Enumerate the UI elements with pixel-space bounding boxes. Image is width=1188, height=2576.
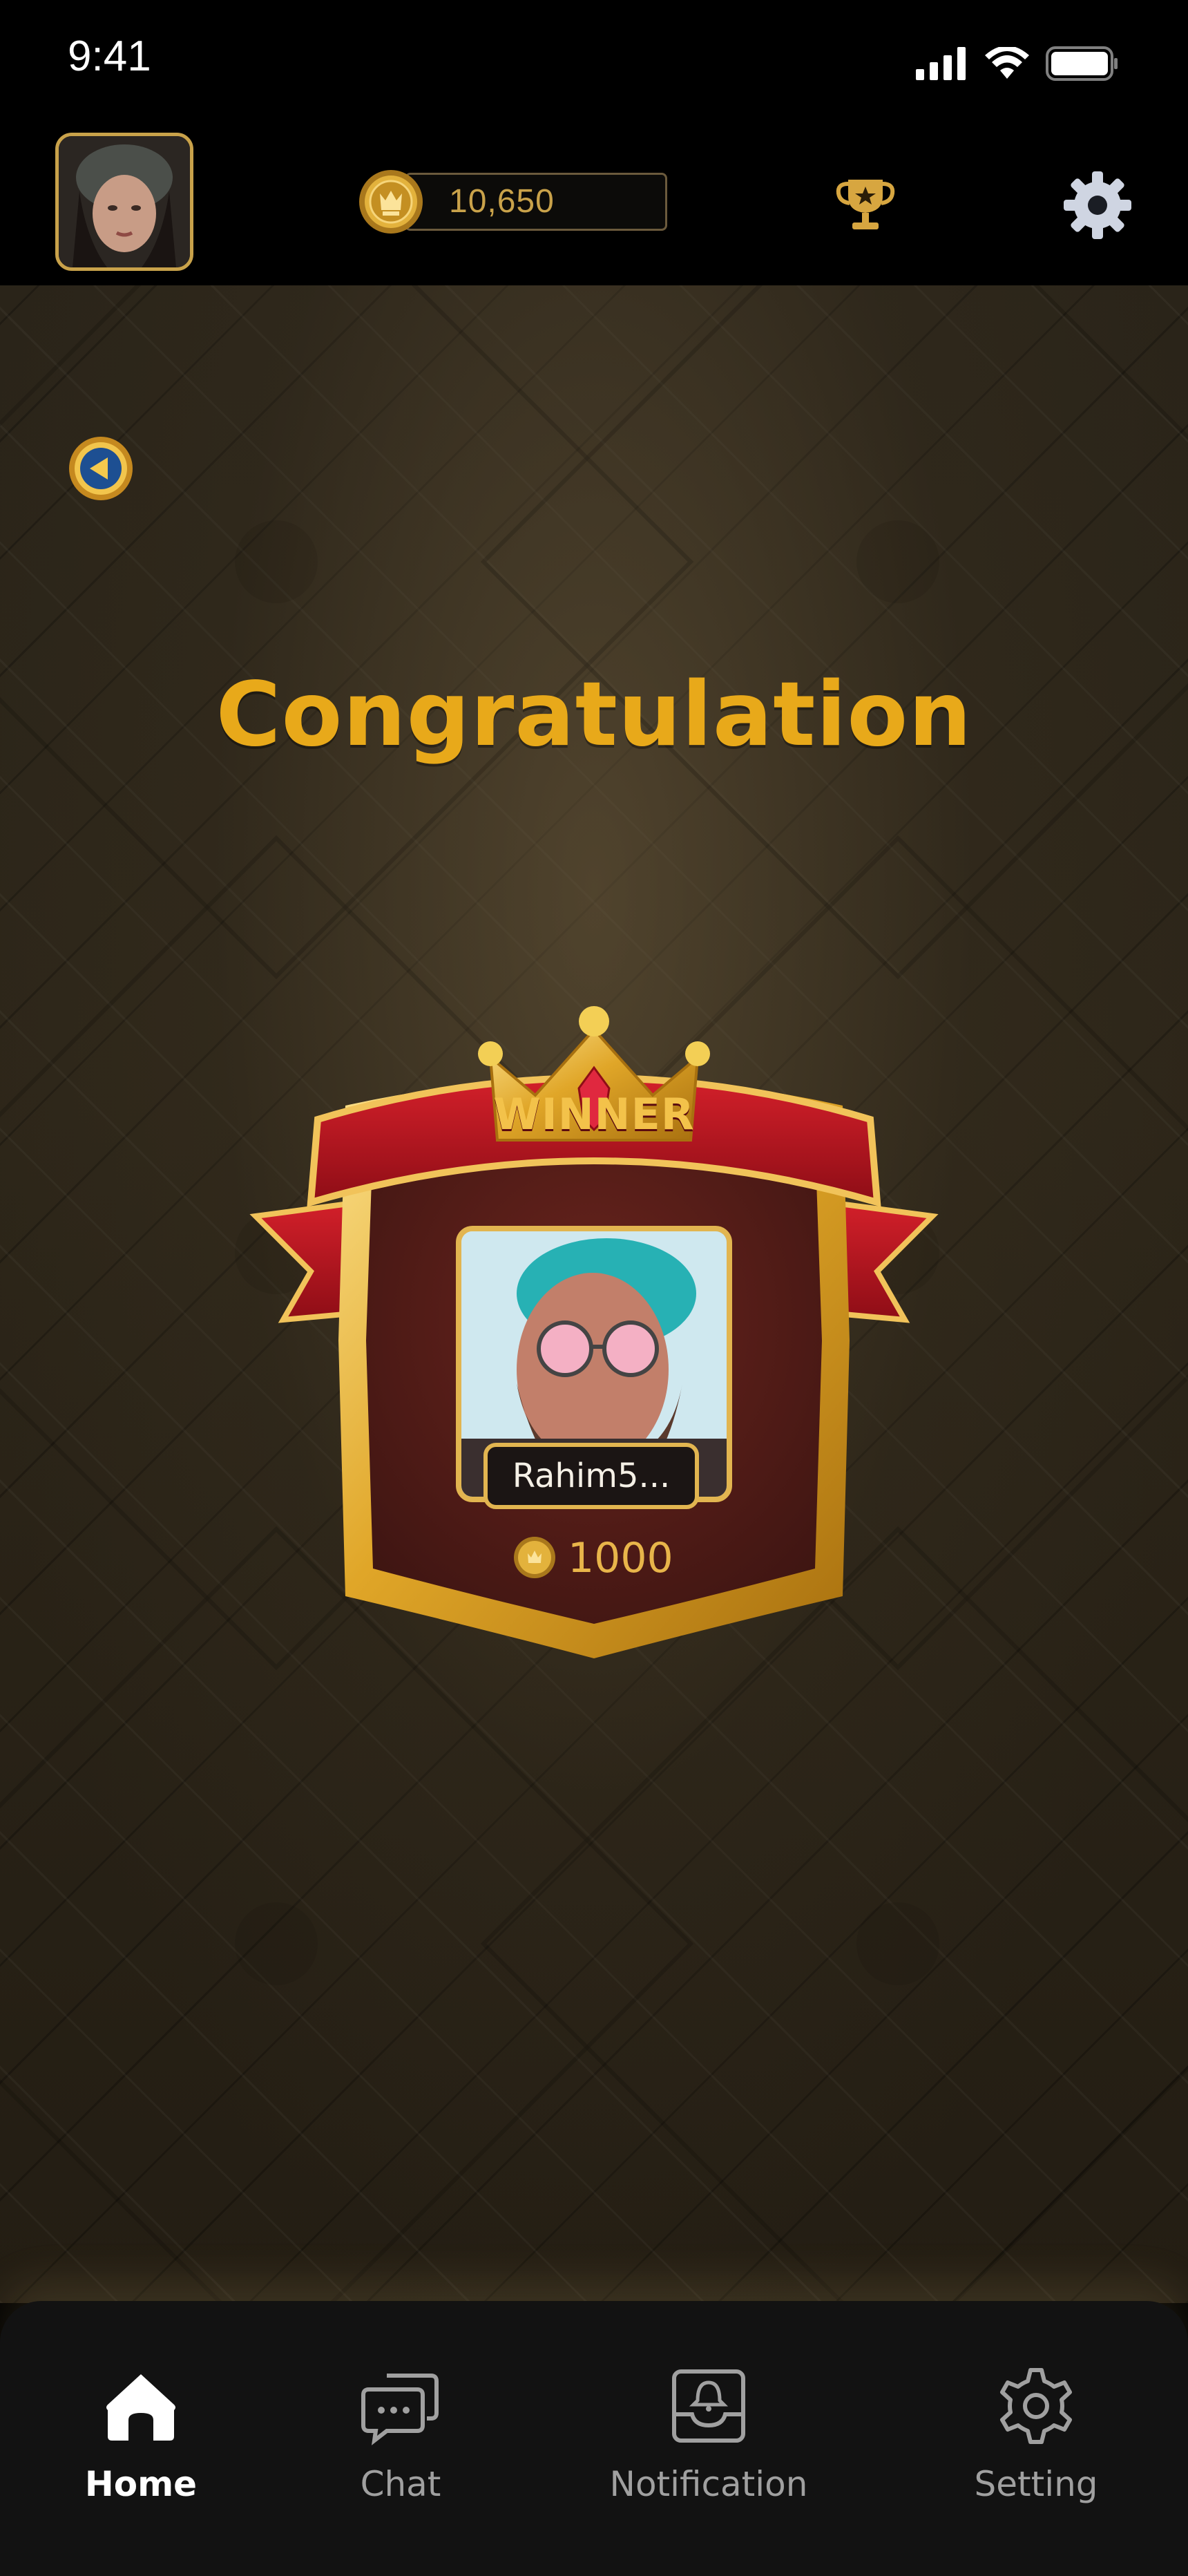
nav-label-home: Home bbox=[84, 2464, 198, 2504]
nav-item-home[interactable]: Home bbox=[3, 2301, 279, 2576]
back-button[interactable] bbox=[66, 434, 135, 503]
trophy-icon[interactable] bbox=[834, 173, 897, 235]
winner-name: Rahim5... bbox=[483, 1443, 699, 1509]
user-avatar[interactable] bbox=[55, 133, 193, 271]
nav-label-notification: Notification bbox=[609, 2464, 808, 2504]
app-header: 10,650 bbox=[0, 124, 1188, 285]
notification-icon bbox=[672, 2369, 745, 2443]
winner-screen: 9:41 10,650 Congratulation WINNER Rahim5… bbox=[0, 0, 1188, 2576]
nav-label-chat: Chat bbox=[360, 2464, 441, 2504]
bottom-navigation: Home Chat Notification Setting bbox=[0, 2301, 1188, 2576]
congratulation-title: Congratulation bbox=[215, 663, 973, 766]
avatar-portrait bbox=[59, 136, 190, 267]
battery-icon bbox=[1046, 46, 1118, 81]
winner-coins: 1000 bbox=[568, 1534, 673, 1582]
coin-icon bbox=[514, 1537, 555, 1578]
coin-icon bbox=[359, 170, 423, 234]
nav-item-notification[interactable]: Notification bbox=[571, 2301, 847, 2576]
nav-item-chat[interactable]: Chat bbox=[262, 2301, 539, 2576]
wifi-icon bbox=[985, 47, 1029, 79]
home-icon bbox=[106, 2374, 175, 2441]
cellular-signal-icon bbox=[916, 47, 966, 80]
status-time: 9:41 bbox=[68, 32, 151, 80]
settings-icon bbox=[1000, 2368, 1072, 2444]
nav-label-setting: Setting bbox=[974, 2464, 1098, 2504]
nav-item-setting[interactable]: Setting bbox=[898, 2301, 1174, 2576]
coin-balance: 10,650 bbox=[449, 183, 555, 220]
chat-icon bbox=[361, 2374, 439, 2445]
status-bar: 9:41 bbox=[0, 0, 1188, 124]
winner-badge-label: WINNER bbox=[493, 1089, 695, 1139]
status-icons bbox=[916, 43, 1119, 84]
gear-icon[interactable] bbox=[1060, 167, 1136, 243]
